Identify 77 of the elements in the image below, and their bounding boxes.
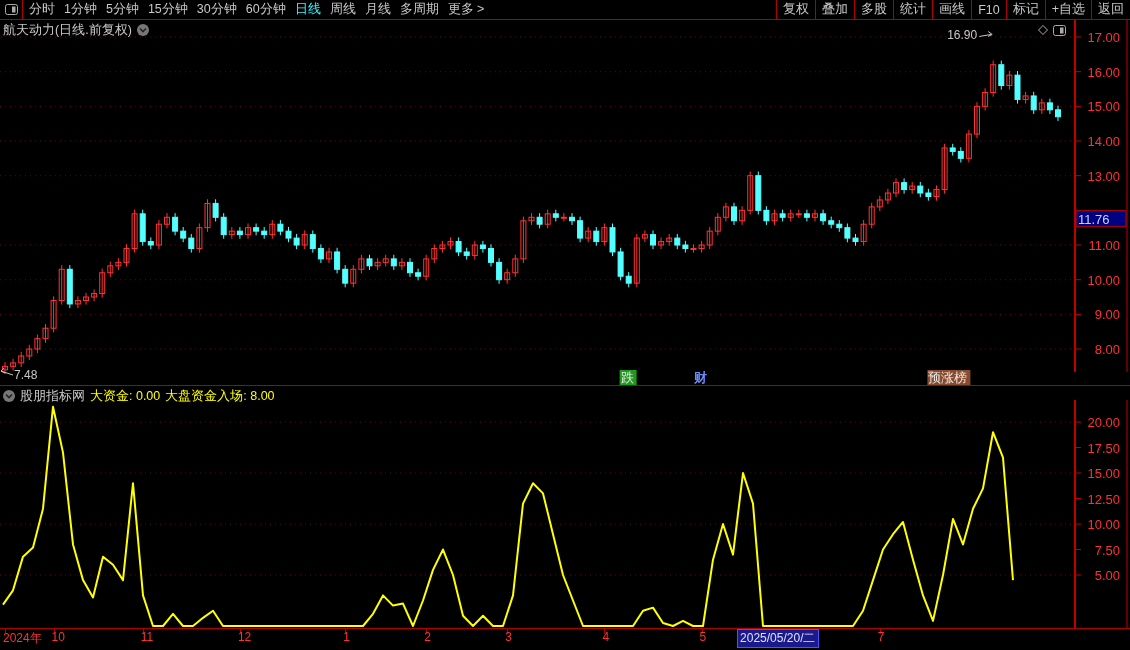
candlestick	[569, 212, 575, 226]
period-tab[interactable]: 60分钟	[245, 1, 286, 18]
period-tab[interactable]: 15分钟	[147, 1, 188, 18]
price-scale-label: 15.00	[1087, 99, 1120, 115]
price-scale-label: 9.00	[1094, 307, 1120, 323]
toolbar-button[interactable]: 复权	[776, 0, 816, 19]
date-label: 1	[343, 630, 350, 644]
event-tag[interactable]: 财	[693, 370, 707, 385]
period-tab[interactable]: 日线	[294, 1, 321, 18]
indicator-name: 股朋指标网	[20, 387, 85, 405]
axis-label: 12.50	[1087, 491, 1120, 507]
period-tab[interactable]: 更多 >	[447, 1, 485, 18]
candlestick	[164, 212, 170, 229]
panel-toggle-icon[interactable]	[1053, 24, 1066, 36]
period-tab[interactable]: 30分钟	[196, 1, 237, 18]
candlestick	[893, 177, 899, 198]
date-label: 10	[51, 630, 65, 644]
price-scale-label: 10.00	[1087, 272, 1120, 288]
panel-toggle-icon[interactable]	[4, 4, 18, 15]
price-scale-label: 13.00	[1087, 168, 1120, 184]
event-tag[interactable]: 预涨榜	[927, 370, 971, 385]
date-label: 2	[424, 630, 431, 644]
axis-label: 17.50	[1087, 440, 1120, 456]
chevron-down-icon[interactable]	[136, 24, 149, 36]
axis-label: 7.50	[1094, 542, 1120, 558]
pointer-arrow	[978, 30, 993, 37]
toolbar-button[interactable]: 统计	[893, 0, 933, 19]
chevron-down-icon[interactable]	[3, 390, 15, 402]
date-label: 12	[237, 630, 252, 644]
candlestick	[650, 229, 656, 250]
period-tab[interactable]: 月线	[364, 1, 391, 18]
indicator-readout: 大资金: 0.00	[90, 387, 161, 405]
period-tab[interactable]: 分时	[29, 1, 55, 18]
date-label: 4	[602, 630, 610, 644]
candlestick	[245, 223, 251, 240]
axis-label: 5.00	[1094, 568, 1120, 583]
axis-label: 10.00	[1087, 517, 1120, 532]
cursor-date-label: 2025/05/20/二	[737, 629, 819, 648]
date-label: 2024年	[3, 630, 42, 647]
toolbar-button[interactable]: 叠加	[815, 0, 855, 19]
candlestick	[407, 257, 413, 278]
diamond-icon[interactable]	[1038, 25, 1048, 35]
chart-title: 航天动力(日线.前复权)	[3, 21, 132, 39]
candlestick	[974, 101, 980, 139]
candlestick	[1055, 105, 1061, 122]
candlestick	[812, 209, 818, 222]
period-tab[interactable]: 1分钟	[64, 1, 97, 18]
current-price-tag: 11.76	[1075, 210, 1127, 228]
candlestick	[83, 292, 89, 306]
date-label: 3	[505, 630, 512, 644]
axis-label: 20.00	[1087, 415, 1120, 431]
date-label: 7	[877, 630, 885, 644]
pointer-arrow	[0, 367, 14, 376]
candlestick	[488, 243, 494, 267]
date-label: 11	[140, 630, 154, 644]
toolbar-button[interactable]: 返回	[1091, 0, 1130, 19]
candlestick	[2, 361, 8, 375]
candlestick	[731, 202, 737, 226]
low-price-label: 7.48	[14, 368, 38, 383]
toolbar-button[interactable]: 画线	[932, 0, 972, 19]
date-label: 5	[699, 630, 707, 644]
toolbar-button[interactable]: 多股	[854, 0, 894, 19]
axis-label: 15.00	[1087, 466, 1120, 481]
period-tab[interactable]: 5分钟	[105, 1, 139, 18]
toolbar-button[interactable]: +自选	[1044, 0, 1091, 19]
indicator-readout: 大盘资金入场: 8.00	[165, 387, 275, 405]
price-scale-label: 16.00	[1087, 64, 1120, 80]
toolbar-button[interactable]: 标记	[1005, 0, 1045, 19]
price-scale-label: 17.00	[1087, 30, 1120, 45]
price-scale-label: 14.00	[1087, 134, 1120, 149]
toolbar-button[interactable]: F10	[971, 0, 1006, 19]
period-tab[interactable]: 多周期	[399, 1, 439, 18]
price-scale-label: 11.00	[1088, 238, 1120, 253]
high-price-label: 16.90	[947, 28, 978, 43]
price-scale-label: 8.00	[1094, 342, 1120, 358]
period-tab[interactable]: 周线	[329, 1, 356, 18]
candlestick	[326, 247, 332, 264]
